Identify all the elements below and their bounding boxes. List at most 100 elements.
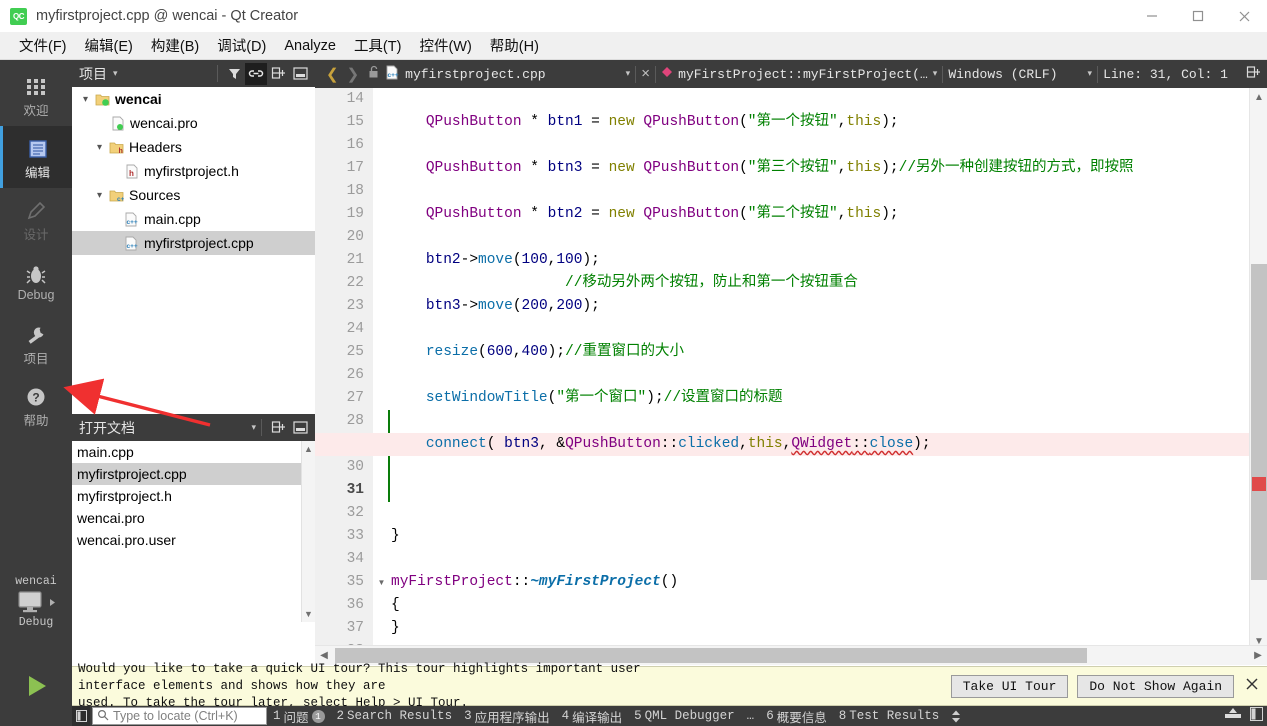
menu-analyze[interactable]: Analyze	[275, 35, 345, 57]
code-line[interactable]: btn2->move(100,100);	[391, 249, 1267, 272]
code-line[interactable]	[391, 479, 1267, 502]
output-tab-app-output[interactable]: 3 应用程序输出	[458, 707, 556, 726]
list-item[interactable]: wencai.pro.user	[72, 529, 315, 551]
code-line[interactable]: resize(600,400);//重置窗口的大小	[391, 341, 1267, 364]
mode-debug[interactable]: Debug	[0, 250, 72, 312]
chevron-down-icon[interactable]: ▼	[304, 606, 313, 622]
chevron-down-icon[interactable]: ▾	[933, 69, 938, 79]
chevron-down-icon[interactable]: ▾	[1088, 69, 1093, 79]
code-line[interactable]: }	[391, 525, 1267, 548]
code-line[interactable]	[391, 456, 1267, 479]
menu-edit[interactable]: 编辑(E)	[76, 32, 142, 59]
close-banner-icon[interactable]	[1245, 677, 1259, 696]
up-down-arrows-icon[interactable]	[945, 710, 967, 723]
code-line[interactable]	[391, 134, 1267, 157]
locator-input[interactable]: Type to locate (Ctrl+K)	[92, 707, 267, 725]
code-line[interactable]: }	[391, 617, 1267, 640]
kit-selector[interactable]: wencai Debug	[0, 575, 72, 629]
forward-arrow-icon[interactable]: ❯	[343, 65, 364, 84]
list-item[interactable]: wencai.pro	[72, 507, 315, 529]
close-panel-icon[interactable]	[289, 63, 311, 85]
code-line[interactable]	[391, 410, 1267, 433]
toggle-sidebar-icon[interactable]	[72, 706, 90, 726]
menu-file[interactable]: 文件(F)	[10, 32, 76, 59]
unlocked-icon[interactable]	[363, 65, 385, 83]
menu-help[interactable]: 帮助(H)	[481, 32, 548, 59]
link-icon[interactable]	[245, 62, 267, 85]
chevron-down-icon[interactable]: ▾	[251, 422, 256, 433]
tree-item-main-cpp[interactable]: c++ main.cpp	[72, 207, 315, 231]
chevron-down-icon[interactable]: ▾	[626, 69, 631, 79]
output-tab-compile-output[interactable]: 4 编译输出	[556, 707, 629, 726]
menu-tools[interactable]: 工具(T)	[345, 32, 411, 59]
output-tab-test-results[interactable]: 8 Test Results	[833, 709, 946, 723]
code-line[interactable]	[391, 502, 1267, 525]
code-line[interactable]: setWindowTitle("第一个窗口");//设置窗口的标题	[391, 387, 1267, 410]
mode-welcome[interactable]: 欢迎	[0, 64, 72, 126]
menu-debug[interactable]: 调试(D)	[208, 32, 275, 59]
menu-widgets[interactable]: 控件(W)	[410, 32, 480, 59]
chevron-down-icon[interactable]: ▾	[92, 142, 107, 153]
code-line[interactable]	[391, 88, 1267, 111]
tree-item-myfirstproject-h[interactable]: h myfirstproject.h	[72, 159, 315, 183]
tree-item-wencai[interactable]: ▾ wencai	[72, 87, 315, 111]
mode-help[interactable]: ? 帮助	[0, 374, 72, 436]
split-icon[interactable]	[267, 63, 289, 85]
output-tab-issues[interactable]: 1 问题 1	[267, 707, 331, 726]
split-icon[interactable]	[267, 417, 289, 439]
mode-projects[interactable]: 项目	[0, 312, 72, 374]
take-ui-tour-button[interactable]: Take UI Tour	[950, 674, 1069, 698]
code-line[interactable]: QPushButton * btn3 = new QPushButton("第三…	[391, 157, 1267, 180]
output-tab-qml-debugger[interactable]: 5 QML Debugger	[628, 709, 741, 723]
output-pane-icon[interactable]	[1250, 707, 1263, 725]
progress-icon[interactable]	[1224, 707, 1242, 725]
filter-icon[interactable]	[223, 63, 245, 85]
code-line[interactable]: //移动另外两个按钮，防止和第一个按钮重合	[391, 272, 1267, 295]
code-line[interactable]	[391, 318, 1267, 341]
chevron-down-icon[interactable]: ▾	[113, 68, 118, 79]
code-line[interactable]: QPushButton * btn2 = new QPushButton("第二…	[391, 203, 1267, 226]
back-arrow-icon[interactable]: ❮	[322, 65, 343, 84]
tree-item-myfirstproject-cpp[interactable]: c++ myfirstproject.cpp	[72, 231, 315, 255]
mode-design[interactable]: 设计	[0, 188, 72, 250]
chevron-up-icon[interactable]: ▲	[1250, 88, 1267, 106]
output-tab-search-results[interactable]: 2 Search Results	[331, 709, 459, 723]
close-button[interactable]	[1221, 0, 1267, 32]
split-editor-icon[interactable]	[1246, 65, 1267, 84]
list-item[interactable]: myfirstproject.cpp	[72, 463, 315, 485]
fold-marker-icon[interactable]: ▼	[375, 571, 388, 594]
editor-close-button[interactable]: ×	[641, 66, 650, 83]
list-item[interactable]: myfirstproject.h	[72, 485, 315, 507]
chevron-up-icon[interactable]: ▲	[304, 441, 313, 457]
open-documents-scrollbar[interactable]: ▲ ▼	[301, 441, 315, 622]
code-text[interactable]: QPushButton * btn1 = new QPushButton("第一…	[391, 88, 1267, 650]
maximize-button[interactable]	[1175, 0, 1221, 32]
menu-build[interactable]: 构建(B)	[142, 32, 208, 59]
mode-edit[interactable]: 编辑	[0, 126, 72, 188]
chevron-right-icon[interactable]: ▶	[1249, 646, 1267, 665]
code-line[interactable]: btn3->move(200,200);	[391, 295, 1267, 318]
scrollbar-thumb[interactable]	[1251, 264, 1267, 580]
tree-item-sources[interactable]: ▾ c+ Sources	[72, 183, 315, 207]
minimize-button[interactable]	[1129, 0, 1175, 32]
output-tab-general-messages[interactable]: 6 概要信息	[760, 707, 833, 726]
line-ending-combobox[interactable]: Windows (CRLF)	[948, 67, 1057, 82]
editor-vertical-scrollbar[interactable]: ▲ ▼	[1249, 88, 1267, 650]
list-item[interactable]: main.cpp	[72, 441, 315, 463]
code-line[interactable]: {	[391, 594, 1267, 617]
code-line[interactable]	[391, 226, 1267, 249]
code-editor[interactable]: 1415161718192021222324252627282930313233…	[315, 88, 1267, 650]
code-line[interactable]: QPushButton * btn1 = new QPushButton("第一…	[391, 111, 1267, 134]
chevron-down-icon[interactable]: ▾	[78, 94, 93, 105]
code-line[interactable]	[391, 548, 1267, 571]
do-not-show-again-button[interactable]: Do Not Show Again	[1077, 674, 1234, 698]
code-line[interactable]	[391, 364, 1267, 387]
editor-symbol-combobox[interactable]: myFirstProject::myFirstProject(…	[678, 67, 928, 82]
output-tab-overflow[interactable]: …	[741, 709, 761, 723]
tree-item-wencai-pro[interactable]: wencai.pro	[72, 111, 315, 135]
close-panel-icon[interactable]	[289, 417, 311, 439]
tree-item-headers[interactable]: ▾ h Headers	[72, 135, 315, 159]
run-button[interactable]	[0, 672, 72, 700]
code-line[interactable]: connect( btn3, &QPushButton::clicked,thi…	[391, 433, 1267, 456]
code-line[interactable]	[391, 180, 1267, 203]
